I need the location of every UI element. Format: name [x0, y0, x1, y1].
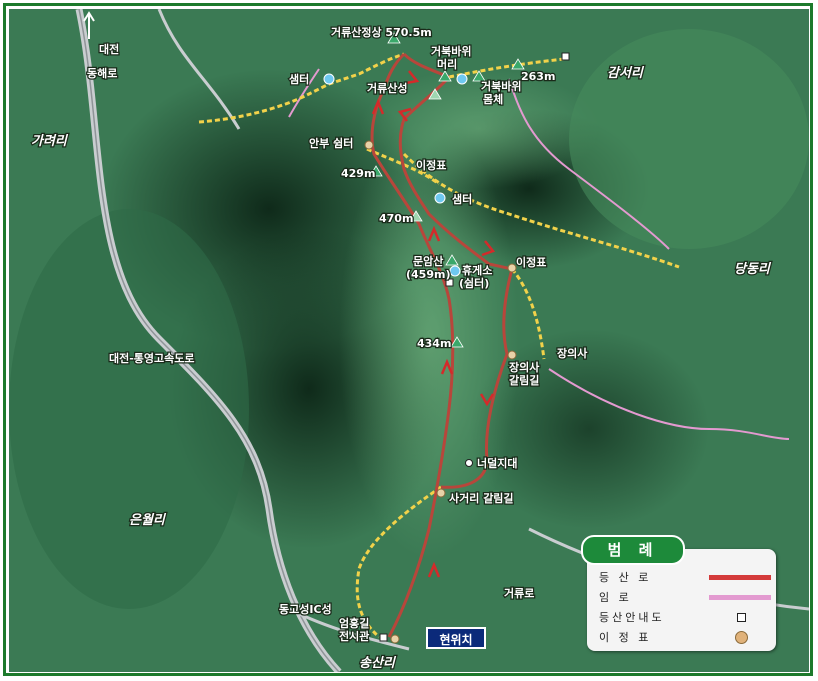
map-legend: 범 례 등 산 로 임 로 등산안내도 이 정 표	[581, 535, 776, 651]
anbu-rest-label: 안부 쉼터	[309, 136, 353, 150]
peak-434-label: 434m	[417, 337, 451, 350]
north-label: 대전	[99, 42, 119, 56]
turtle-body-line: 거북바위	[481, 79, 521, 93]
trail-swatch	[709, 575, 771, 580]
forest-road-swatch	[709, 595, 771, 600]
legend-row-milestone: 이 정 표	[599, 629, 748, 647]
legend-label: 임 로	[599, 591, 632, 604]
munamsan-line: 문암산	[413, 254, 443, 268]
rest-area-line: (쉼터)	[459, 276, 489, 290]
crossroad-label: 사거리 갈림길	[449, 491, 514, 505]
expressway-label: 대전-통영고속도로	[109, 351, 195, 365]
turtle-head-line: 머리	[437, 57, 457, 71]
legend-row-guide: 등산안내도	[599, 609, 746, 627]
jangui-temple-label: 장의사	[557, 346, 588, 360]
exhibit-hall-line: 엄홍길	[339, 616, 369, 630]
place-eunwol-ri: 은월리	[129, 512, 167, 528]
exhibit-hall-label: 엄홍길 전시관	[339, 616, 373, 643]
jangui-junction-line: 갈림길	[509, 373, 539, 387]
milestone-icon	[436, 488, 446, 498]
legend-title: 범 례	[581, 535, 685, 565]
milestone-icon	[507, 350, 517, 360]
shelter-left-label: 샘터	[289, 72, 309, 86]
spring-icon	[449, 265, 461, 277]
turtle-body-line: 몸체	[483, 92, 503, 106]
peak-263-label: 263m	[521, 70, 555, 83]
legend-row-forest-road: 임 로	[599, 589, 771, 607]
legend-label: 등산안내도	[599, 611, 665, 624]
milestone-2-label: 이정표	[516, 255, 546, 269]
legend-row-trail: 등 산 로	[599, 569, 771, 587]
milestone-1-label: 이정표	[416, 158, 446, 172]
plain-area	[569, 29, 809, 249]
milestone-icon	[364, 140, 374, 150]
place-gamseo-ri: 감서리	[607, 65, 645, 81]
munamsan-line: (459m)	[406, 268, 450, 281]
peak-470-label: 470m	[379, 212, 413, 225]
rock-field-label: 너덜지대	[477, 456, 517, 470]
rock-field-icon	[465, 459, 473, 467]
spring-icon	[434, 192, 446, 204]
milestone-icon	[735, 631, 748, 644]
jangui-junction-line: 장의사	[509, 360, 540, 374]
exhibit-hall-line: 전시관	[339, 629, 369, 643]
place-garyeo-ri: 가려리	[31, 133, 69, 149]
legend-label: 등 산 로	[599, 571, 652, 584]
summit-label: 거류산정상 570.5m	[331, 25, 432, 39]
guide-board-icon	[561, 52, 570, 61]
current-location-badge: 현위치	[426, 627, 486, 649]
fortress-label: 거류산성	[367, 81, 407, 95]
map-canvas: 대전 동해로 가려리 감서리 당동리 은월리 송산리 대전-통영고속도로 동고성…	[9, 9, 809, 672]
spring-icon	[323, 73, 335, 85]
turtle-head-line: 거북바위	[431, 44, 471, 58]
jangui-junction-label: 장의사 갈림길	[509, 360, 543, 387]
milestone-icon	[390, 634, 400, 644]
guide-board-icon	[737, 613, 746, 622]
shelter-mid-label: 샘터	[452, 192, 472, 206]
georyu-ro-label: 거류로	[504, 586, 534, 600]
place-dongbu-ro: 동해로	[87, 66, 117, 80]
ic-label: 동고성IC성	[279, 602, 332, 616]
peak-429-label: 429m	[341, 167, 375, 180]
place-dangdong-ri: 당동리	[734, 261, 772, 277]
milestone-icon	[507, 263, 517, 273]
munamsan-label: 문암산 (459m)	[406, 254, 450, 281]
spring-icon	[456, 73, 468, 85]
place-songsan-ri: 송산리	[359, 655, 397, 671]
rest-area-line: 휴게소	[462, 263, 492, 277]
plain-area	[9, 209, 249, 609]
guide-board-icon	[379, 633, 388, 642]
legend-label: 이 정 표	[599, 631, 652, 644]
